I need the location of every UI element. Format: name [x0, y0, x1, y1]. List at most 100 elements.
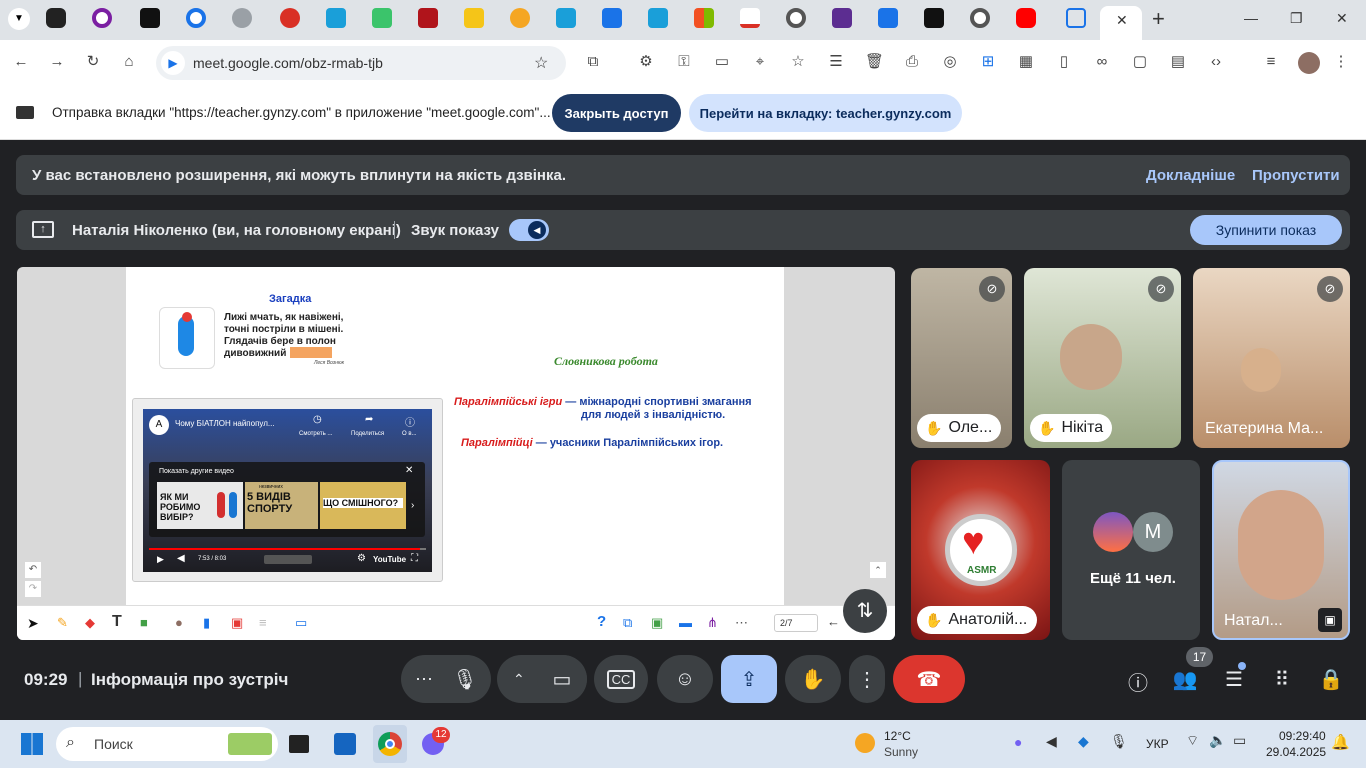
emoji-button[interactable]: ☺	[657, 655, 713, 703]
help-icon[interactable]: ?	[597, 613, 606, 630]
more-participants-tile[interactable]: M Ещё 11 чел.	[1062, 460, 1200, 640]
widget-4-icon[interactable]: ≡	[259, 615, 267, 630]
ext-translate-icon[interactable]: ⊞	[979, 53, 997, 71]
reload-icon[interactable]: ↻	[84, 53, 102, 71]
store-icon[interactable]	[334, 733, 356, 755]
weather-temp[interactable]: 12°C	[884, 729, 911, 743]
suggested-video-3[interactable]: ЩО СМІШНОГО?	[320, 482, 406, 529]
more-tools-icon[interactable]: ⋯	[735, 615, 748, 631]
tab-icon-purple[interactable]	[832, 8, 852, 28]
ext-trash-icon[interactable]: 🗑	[865, 53, 884, 71]
share-label[interactable]: Поделиться	[351, 431, 384, 437]
chat-icon[interactable]: ☰	[1221, 667, 1247, 693]
tab-icon-film[interactable]	[924, 8, 944, 28]
progress-bar[interactable]	[149, 548, 426, 550]
back-icon[interactable]: ←	[12, 53, 30, 71]
present-button[interactable]: ⇪	[721, 655, 777, 703]
activities-icon[interactable]: ⠿	[1269, 667, 1295, 693]
tab-icon-opera[interactable]	[92, 8, 112, 28]
suggested-video-2[interactable]: незвичних 5 ВИДІВ СПОРТУ	[245, 482, 318, 529]
scroll-up-button[interactable]: ⌃	[870, 562, 886, 578]
ext-table-icon[interactable]: ▤	[1169, 53, 1187, 71]
media-control-icon[interactable]: ≡	[1262, 53, 1280, 71]
ext-qr-icon[interactable]: ▦	[1017, 53, 1035, 71]
ext-book-icon[interactable]: ▯	[1055, 53, 1073, 71]
battery-icon[interactable]: ▭	[1233, 732, 1246, 749]
toolbar-icon-b[interactable]: ▣	[651, 615, 663, 631]
page-indicator[interactable]: 2/7	[774, 614, 818, 632]
shapes-tool-icon[interactable]: ■	[140, 615, 148, 630]
captions-button[interactable]: CC	[594, 655, 648, 703]
wifi-icon[interactable]: ⌔	[1186, 732, 1199, 750]
captions-icon[interactable]	[264, 555, 312, 564]
folder-icon[interactable]: ▬	[679, 615, 692, 630]
tab-icon-g[interactable]	[186, 8, 206, 28]
play-icon[interactable]: ▶	[157, 554, 164, 565]
clock-time[interactable]: 09:29:40	[1279, 729, 1326, 743]
tab-icon-fi[interactable]	[418, 8, 438, 28]
language-indicator[interactable]: УКР	[1146, 737, 1169, 751]
info-icon[interactable]: ⓘ	[405, 414, 415, 429]
profile-avatar[interactable]	[1298, 52, 1320, 74]
watch-later-icon[interactable]: ◷	[313, 414, 322, 425]
ext-star-icon[interactable]: ☆	[789, 53, 807, 71]
tab-icon-link[interactable]	[510, 8, 530, 28]
volume-tray-icon[interactable]: ◀	[1046, 733, 1057, 750]
tab-icon-vi[interactable]	[464, 8, 484, 28]
info-label[interactable]: О в...	[402, 431, 417, 437]
tab-icon-gynzy[interactable]	[602, 8, 622, 28]
text-tool-icon[interactable]: T	[112, 613, 122, 631]
menu-kebab-icon[interactable]: ⋮	[1332, 53, 1350, 71]
ext-card-icon[interactable]: ▭	[713, 53, 731, 71]
reposition-button[interactable]: ⇅	[843, 589, 887, 633]
suggested-video-1[interactable]: ЯК МИ РОБИМО ВИБІР?	[157, 482, 243, 529]
screen-tool-icon[interactable]: ▭	[295, 615, 307, 631]
share-icon[interactable]: ➦	[365, 414, 373, 425]
youtube-logo[interactable]: YouTube	[373, 555, 406, 564]
widget-1-icon[interactable]: ●	[175, 615, 183, 630]
ext-location-icon[interactable]: ⌖	[751, 53, 769, 71]
new-tab-button[interactable]: +	[1152, 6, 1165, 32]
participant-tile-1[interactable]: ⊘ ✋ Оле...	[911, 268, 1012, 448]
address-bar[interactable]: ▶ meet.google.com/obz-rmab-tjb ☆	[156, 46, 566, 80]
undo-button[interactable]: ↶	[25, 562, 41, 578]
maximize-button[interactable]: ❐	[1290, 10, 1303, 27]
pip-icon[interactable]: ▣	[1318, 608, 1342, 632]
youtube-player[interactable]: A Чому БІАТЛОН найпопул... ◷ Смотреть ..…	[143, 409, 432, 572]
tab-icon-gynzy2[interactable]	[878, 8, 898, 28]
tab-icon-roblox[interactable]	[46, 8, 66, 28]
toolbar-icon-a[interactable]: ⧉	[623, 615, 632, 631]
tab-icon-gmail[interactable]	[740, 8, 760, 28]
close-window-button[interactable]: ✕	[1336, 10, 1348, 27]
widget-2-icon[interactable]: ▮	[203, 615, 210, 631]
meet-site-icon[interactable]: ▶	[161, 51, 185, 75]
redo-button[interactable]: ↷	[25, 581, 41, 597]
task-view-icon[interactable]	[289, 735, 309, 753]
forward-icon[interactable]: →	[48, 53, 66, 71]
host-controls-icon[interactable]: 🔒	[1318, 667, 1344, 693]
ext-link-icon[interactable]: ∞	[1093, 53, 1111, 71]
share-tool-icon[interactable]: ⋔	[707, 615, 718, 631]
tab-close-icon[interactable]: ✕	[1116, 12, 1128, 29]
pen-tool-icon[interactable]: ✎	[57, 615, 68, 631]
ext-print-icon[interactable]: ⎙	[903, 53, 921, 71]
start-button[interactable]	[21, 733, 43, 755]
learn-more-link[interactable]: Докладніше	[1146, 167, 1235, 184]
next-suggestions-icon[interactable]: ›	[411, 500, 414, 511]
meeting-info-label[interactable]: Інформація про зустріч	[91, 670, 288, 690]
tab-icon-blocks2[interactable]	[648, 8, 668, 28]
close-more-videos-icon[interactable]: ✕	[405, 465, 413, 476]
clock-date[interactable]: 29.04.2025	[1266, 745, 1326, 759]
ext-list-icon[interactable]: ☰	[827, 53, 845, 71]
goto-tab-button[interactable]: Перейти на вкладку: teacher.gynzy.com	[689, 94, 962, 132]
widget-3-icon[interactable]: ▣	[231, 615, 243, 631]
tab-icon-youtube[interactable]	[1016, 8, 1036, 28]
bookmark-star-icon[interactable]: ☆	[534, 53, 548, 73]
settings-icon[interactable]: ⚙	[357, 553, 366, 564]
tab-icon-app[interactable]	[140, 8, 160, 28]
stop-presenting-button[interactable]: Зупинити показ	[1190, 215, 1342, 245]
mic-tray-icon[interactable]: 🎙	[1110, 733, 1128, 750]
notification-bell-icon[interactable]: 🔔	[1331, 733, 1350, 751]
tab-icon-red[interactable]	[280, 8, 300, 28]
participant-tile-2[interactable]: ⊘ ✋ Нікіта	[1024, 268, 1181, 448]
